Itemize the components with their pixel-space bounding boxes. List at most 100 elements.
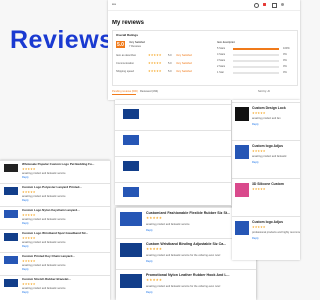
- review-text: amazing product and fantastic service: [22, 287, 66, 290]
- reply-link[interactable]: Reply: [22, 222, 29, 225]
- list-item[interactable]: Wholesale Popular Custom Logo Pet Beddin…: [0, 160, 110, 182]
- tab-pending-reviews[interactable]: Pending reviews (000): [112, 90, 138, 93]
- distribution-row: 1 Star 0%: [217, 71, 295, 76]
- rating-row-value: 5.0: [168, 70, 172, 73]
- distribution-bar: [233, 54, 279, 56]
- right-review-list: Custom Design Lock ★★★★★ amazing product a…: [232, 100, 300, 260]
- rating-row: Item as described ★★★★★ 5.0 Very Satisfi…: [116, 54, 206, 58]
- distribution-title: Item description: [217, 41, 236, 44]
- distribution-percent: 0%: [283, 53, 287, 56]
- divider: [115, 130, 231, 131]
- review-stars: ★★★★★: [146, 247, 163, 251]
- review-stars: ★★★★★: [22, 190, 36, 194]
- top-bar: sss: [108, 0, 300, 11]
- divider: [0, 206, 110, 207]
- reply-link[interactable]: Reply: [22, 291, 29, 294]
- review-text: amazing product and fan: [252, 117, 281, 120]
- list-item: [115, 182, 231, 205]
- distribution-percent: 0%: [283, 59, 287, 62]
- my-reviews-panel: sss My reviews Overall Ratings 5.0 Very …: [108, 0, 300, 100]
- list-item[interactable]: Custom logo Adjus ★★★★★ amazing product an…: [232, 140, 300, 176]
- search-icon[interactable]: [254, 3, 259, 8]
- product-title[interactable]: Custom logo Adjus: [252, 220, 300, 224]
- cart-icon[interactable]: [272, 3, 277, 8]
- divider: [232, 140, 300, 141]
- review-stars: ★★★★★: [252, 111, 266, 115]
- list-item[interactable]: Custom Logo Nylon Keychain Lanyard... ★★★…: [0, 206, 110, 228]
- rating-row-value: 5.0: [168, 54, 172, 57]
- review-stars: ★★★★★: [252, 225, 266, 229]
- distribution-label: 4 Stars: [217, 53, 226, 56]
- reply-link[interactable]: Reply: [252, 161, 259, 164]
- list-item: [115, 130, 231, 154]
- list-item[interactable]: Custom logo Adjus ★★★★★ professional produ…: [232, 216, 300, 252]
- review-stars: ★★★★★: [146, 278, 163, 282]
- rating-row-value: 5.0: [168, 62, 172, 65]
- tab-underline: [112, 94, 136, 95]
- reply-link[interactable]: Reply: [146, 229, 153, 232]
- divider: [232, 216, 300, 217]
- left-review-list: Wholesale Popular Custom Logo Pet Beddin…: [0, 160, 110, 300]
- review-stars: ★★★★★: [252, 149, 266, 153]
- rating-distribution: 5 Stars 100% 4 Stars 0% 3 Stars 0% 2 Stars 0% 1 …: [217, 47, 295, 81]
- review-text: amazing product and fantastic service: [22, 172, 66, 175]
- reply-link[interactable]: Reply: [22, 268, 29, 271]
- distribution-percent: 0%: [283, 71, 287, 74]
- list-item[interactable]: 3D Silicone Custom ★★★★★: [232, 178, 300, 214]
- background-review-panel: [115, 100, 231, 205]
- distribution-label: 5 Stars: [217, 47, 226, 50]
- product-thumbnail: [120, 274, 142, 288]
- distribution-percent: 0%: [283, 65, 287, 68]
- list-item[interactable]: Custom Design Lock ★★★★★ amazing product a…: [232, 102, 300, 138]
- reply-link[interactable]: Reply: [22, 245, 29, 248]
- sort-select[interactable]: Sort by: All: [258, 90, 270, 93]
- reply-link[interactable]: Reply: [22, 176, 29, 179]
- product-thumbnail: [123, 161, 139, 171]
- review-stars: ★★★★★: [252, 187, 266, 191]
- rating-row-stars: ★★★★★: [148, 69, 162, 73]
- review-text: amazing product and fantastic service fo…: [146, 285, 221, 288]
- tab-reviewed[interactable]: Reviewed (334): [140, 90, 158, 93]
- search-input[interactable]: sss: [112, 3, 232, 6]
- divider: [115, 182, 231, 183]
- product-thumbnail: [123, 135, 139, 145]
- product-title[interactable]: Custom logo Adjus: [252, 144, 300, 148]
- product-title[interactable]: Promotional Nylon Leather Rubber Hook An…: [146, 273, 254, 277]
- product-title[interactable]: 3D Silicone Custom: [252, 182, 300, 186]
- product-thumbnail: [235, 221, 249, 235]
- rating-row-tag: Very Satisfied: [176, 70, 192, 73]
- reply-link[interactable]: Reply: [146, 260, 153, 263]
- divider: [0, 275, 110, 276]
- divider: [0, 229, 110, 230]
- reply-link[interactable]: Reply: [22, 199, 29, 202]
- list-item[interactable]: Promotional Nylon Leather Rubber Hook An…: [116, 269, 256, 299]
- product-thumbnail: [4, 233, 18, 241]
- page-title: My reviews: [112, 20, 145, 26]
- list-item: [115, 156, 231, 180]
- divider: [0, 183, 110, 184]
- review-stars: ★★★★★: [146, 216, 163, 220]
- review-text: amazing product and fantastic service: [22, 264, 66, 267]
- list-item[interactable]: Custom Printed Key Chain Lanyard... ★★★★★…: [0, 252, 110, 274]
- distribution-row: 2 Stars 0%: [217, 65, 295, 70]
- user-icon[interactable]: [281, 3, 284, 6]
- rating-row: Shipping speed ★★★★★ 5.0 Very Satisfied: [116, 70, 206, 74]
- reply-link[interactable]: Reply: [252, 237, 259, 240]
- product-thumbnail: [4, 187, 18, 195]
- list-item[interactable]: Custom Stretch Rubber Bracelet... ★★★★★ am…: [0, 275, 110, 297]
- list-item[interactable]: Custom Logo Wristband Sport Headband Str…: [0, 229, 110, 251]
- rating-row-tag: Very Satisfied: [176, 62, 192, 65]
- reply-link[interactable]: Reply: [146, 291, 153, 294]
- reply-link[interactable]: Reply: [252, 123, 259, 126]
- divider: [115, 104, 231, 105]
- overall-heading: Overall Ratings: [116, 34, 139, 37]
- rating-row-label: Shipping speed: [116, 70, 134, 73]
- divider: [232, 102, 300, 103]
- product-title[interactable]: Custom Design Lock: [252, 106, 300, 110]
- product-thumbnail: [4, 210, 18, 218]
- review-stars: ★★★★★: [22, 167, 36, 171]
- gift-icon[interactable]: [263, 3, 266, 6]
- distribution-row: 3 Stars 0%: [217, 59, 295, 64]
- list-item[interactable]: Custom Logo Polyester Lanyard Printed...…: [0, 183, 110, 205]
- divider: [232, 178, 300, 179]
